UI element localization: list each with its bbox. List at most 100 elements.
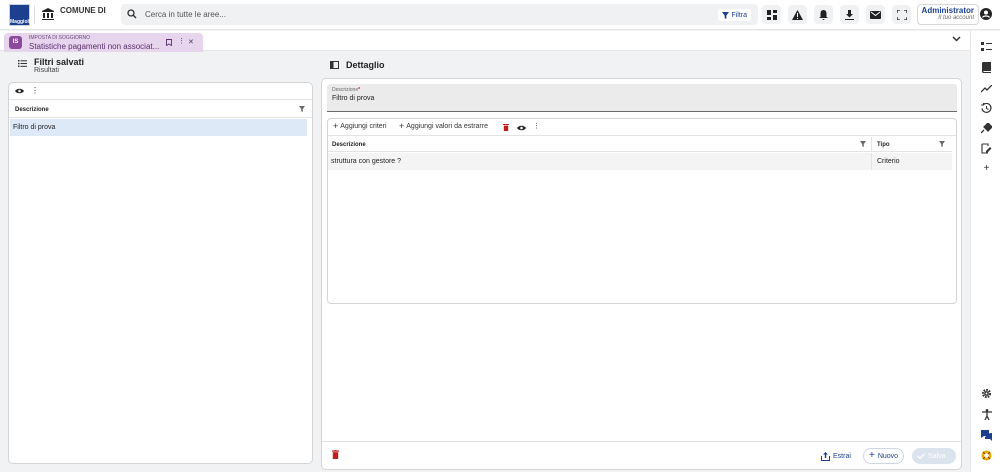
extract-button[interactable]: Estrai [816,448,856,464]
edit-document-icon[interactable] [980,142,993,155]
tab-statistiche-pagamenti[interactable]: IS IMPOSTA DI SOGGIORNO Statistiche paga… [4,33,203,52]
check-icon [917,453,925,459]
chevron-down-icon[interactable] [952,36,961,42]
detail-footer: Estrai + Nuovo Salva [322,441,961,469]
plus-icon: + [333,121,339,131]
right-sidebar: + [970,31,1000,472]
mail-icon [870,10,881,19]
search-input[interactable]: Cerca in tutte le aree... [145,10,226,19]
left-panel-subtitle: Risultati [34,67,59,74]
download-icon [845,9,854,20]
save-button[interactable]: Salva [912,448,956,464]
tab-title: Statistiche pagamenti non associat... [29,42,160,51]
tab-strip: IS IMPOSTA DI SOGGIORNO Statistiche paga… [0,31,970,52]
trash-icon [332,450,339,459]
criteria-toolbar: + Aggiungi criteri + Aggiungi valori da … [328,119,956,136]
column-header: Descrizione [9,102,312,118]
imposta-soggiorno-icon: IS [9,36,22,49]
bell-icon [819,9,828,20]
bank-icon[interactable] [41,7,55,21]
column-header-tipo[interactable]: Tipo [877,142,890,148]
criteria-table: + Aggiungi criteri + Aggiungi valori da … [327,118,957,304]
history-icon[interactable] [980,102,993,115]
fullscreen-button[interactable] [892,5,911,24]
eye-icon[interactable] [517,125,526,131]
delete-icon[interactable] [503,124,509,131]
table-row[interactable]: Filtro di prova [10,119,307,136]
book-icon[interactable] [980,61,993,74]
support-icon[interactable] [980,449,993,462]
settings-icon[interactable] [980,387,993,400]
description-label: Descrizione* [332,87,361,93]
delete-button[interactable] [332,450,339,459]
chat-icon[interactable] [980,429,993,442]
bookmark-icon[interactable] [166,39,172,46]
account-name: Administrator [921,6,974,15]
extract-label: Estrai [833,452,851,460]
panel-icon [330,61,339,69]
left-panel-header: Filtri salvati Risultati [8,54,318,78]
list-icon [18,60,27,67]
new-label: Nuovo [877,452,899,460]
add-criteria-button[interactable]: + Aggiungi criteri [333,121,387,131]
saved-filters-panel: ⋮ Descrizione Filtro di prova [8,82,313,464]
criteria-column-headers: Descrizione Tipo [328,137,952,152]
save-label: Salva [928,452,946,460]
add-criteria-label: Aggiungi criteri [340,123,387,130]
dashboard-icon [766,9,777,20]
warning-icon [792,9,803,20]
plus-icon: + [869,450,875,461]
required-marker: * [358,87,361,93]
top-bar: Maggioli COMUNE DI Cerca in tutte le are… [0,0,1000,30]
global-search[interactable]: Cerca in tutte le aree... Filtra [121,4,758,25]
table-row[interactable]: struttura con gestore ? Criterio [328,153,952,170]
download-button[interactable] [840,5,859,24]
column-header-descrizione[interactable]: Descrizione [332,142,366,148]
saved-filters-toolbar: ⋮ [9,83,312,100]
column-filter-icon[interactable] [299,106,305,112]
tab-close-icon[interactable]: ✕ [188,38,194,46]
plus-icon: + [399,121,405,131]
description-field[interactable]: Descrizione* Filtro di prova [327,84,957,112]
plug-icon[interactable] [980,122,993,135]
more-options-icon[interactable]: ⋮ [31,86,39,95]
add-icon[interactable]: + [980,162,993,175]
detail-panel: Descrizione* Filtro di prova + Aggiungi … [321,78,962,470]
add-values-button[interactable]: + Aggiungi valori da estrarre [399,121,488,131]
maggioli-logo[interactable]: Maggioli [9,4,30,26]
trend-icon[interactable] [980,82,993,95]
account-button[interactable]: Administrator Il tuo account [917,4,979,25]
tab-category: IMPOSTA DI SOGGIORNO [29,35,91,41]
search-icon [127,9,137,19]
column-filter-icon[interactable] [860,141,866,147]
right-panel-title: Dettaglio [346,60,385,70]
notifications-button[interactable] [814,5,833,24]
logo-text: Maggioli [10,19,31,25]
column-header-descrizione[interactable]: Descrizione [15,107,49,113]
warning-button[interactable] [788,5,807,24]
column-filter-icon[interactable] [939,141,945,147]
dashboard-button[interactable] [762,5,781,24]
divider [34,6,35,24]
accessibility-icon[interactable] [980,408,993,421]
comune-label: COMUNE DI [60,6,106,15]
add-values-label: Aggiungi valori da estrarre [406,123,488,130]
column-divider [871,153,872,170]
right-panel-header: Dettaglio [322,54,962,78]
row-tipo: Criterio [877,158,900,165]
new-button[interactable]: + Nuovo [863,448,905,464]
eye-icon[interactable] [15,88,24,94]
row-descrizione: Filtro di prova [13,124,56,131]
mail-button[interactable] [866,5,885,24]
row-descrizione: struttura con gestore ? [331,158,402,165]
export-icon [821,451,830,461]
tab-more-icon[interactable]: ⋮ [178,37,185,45]
column-divider [871,137,872,152]
account-circle-icon[interactable] [980,8,992,20]
account-subtitle: Il tuo account [938,15,974,21]
more-options-icon[interactable]: ⋮ [533,122,540,130]
description-input[interactable]: Filtro di prova [332,95,374,102]
list-details-icon[interactable] [980,40,993,53]
fullscreen-icon [896,9,907,20]
filter-button[interactable]: Filtra [718,9,751,21]
